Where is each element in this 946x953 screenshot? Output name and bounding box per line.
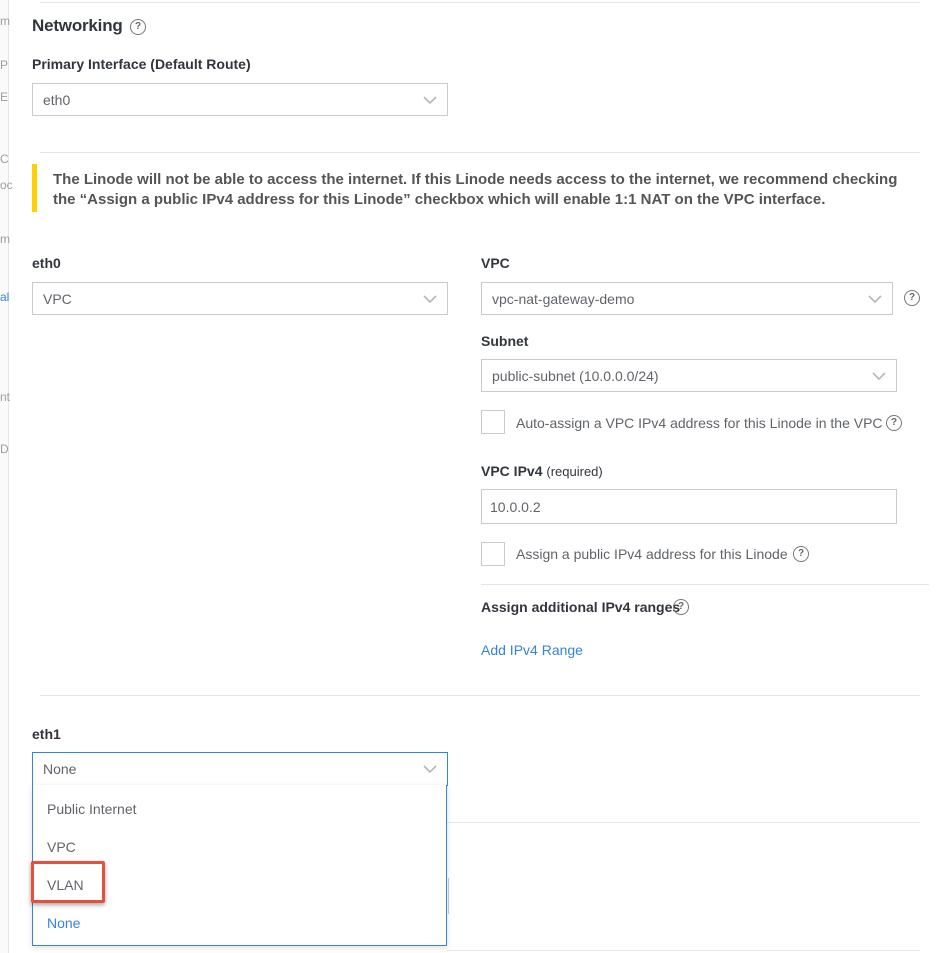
nat-warning-notice: The Linode will not be able to access th… — [32, 164, 920, 212]
option-vpc[interactable]: VPC — [47, 839, 76, 855]
vpc-label: VPC — [481, 255, 510, 271]
edge-fragment: C — [0, 152, 9, 166]
vpc-select[interactable]: vpc-nat-gateway-demo — [481, 282, 893, 315]
eth0-purpose-value: VPC — [43, 290, 72, 307]
edge-fragment: P — [0, 58, 9, 72]
primary-interface-label: Primary Interface (Default Route) — [32, 56, 251, 72]
auto-assign-ipv4-checkbox[interactable] — [481, 410, 505, 434]
chevron-down-icon — [423, 765, 437, 773]
vlan-highlight-box — [31, 861, 105, 903]
primary-interface-select[interactable]: eth0 — [32, 83, 448, 116]
edge-fragment: oc — [0, 178, 13, 192]
divider — [447, 950, 920, 951]
eth1-purpose-select[interactable]: None — [32, 752, 448, 786]
eth1-purpose-value: None — [43, 761, 77, 777]
ipv4-ranges-label: Assign additional IPv4 ranges — [481, 599, 681, 615]
notice-line-2: the “Assign a public IPv4 address for th… — [53, 191, 826, 208]
edge-fragment: m — [0, 14, 10, 28]
add-ipv4-range-link[interactable]: Add IPv4 Range — [481, 642, 583, 658]
help-icon[interactable]: ? — [904, 290, 920, 306]
option-public-internet[interactable]: Public Internet — [47, 801, 137, 817]
required-marker: (required) — [546, 464, 603, 479]
help-icon[interactable]: ? — [673, 599, 689, 615]
edge-fragment: nt — [0, 390, 11, 404]
eth0-purpose-select[interactable]: VPC — [32, 282, 448, 315]
vpc-value: vpc-nat-gateway-demo — [492, 290, 635, 307]
subnet-select[interactable]: public-subnet (10.0.0.0/24) — [481, 359, 897, 392]
eth0-label: eth0 — [32, 255, 61, 271]
vpc-ipv4-label: VPC IPv4 (required) — [481, 463, 603, 479]
edge-fragment: m — [0, 232, 10, 246]
divider — [40, 695, 920, 696]
vpc-ipv4-input[interactable]: 10.0.0.2 — [481, 489, 897, 524]
primary-interface-value: eth0 — [43, 91, 71, 108]
chevron-down-icon — [868, 294, 882, 303]
divider — [40, 152, 920, 153]
divider — [447, 822, 920, 823]
assign-public-ipv4-label: Assign a public IPv4 address for this Li… — [516, 546, 788, 562]
eth1-label: eth1 — [32, 726, 61, 742]
divider — [40, 2, 920, 3]
divider — [481, 584, 929, 585]
notice-line-1: The Linode will not be able to access th… — [53, 171, 898, 188]
vpc-ipv4-value: 10.0.0.2 — [490, 498, 541, 515]
edge-fragment: E — [0, 90, 9, 104]
edge-fragment: D — [0, 442, 9, 456]
chevron-down-icon — [872, 371, 886, 380]
edge-fragment: al — [0, 290, 10, 304]
help-icon[interactable]: ? — [130, 19, 146, 35]
auto-assign-ipv4-label: Auto-assign a VPC IPv4 address for this … — [516, 415, 883, 431]
help-icon[interactable]: ? — [886, 415, 902, 431]
subnet-value: public-subnet (10.0.0.0/24) — [492, 367, 659, 384]
subnet-label: Subnet — [481, 333, 529, 349]
assign-public-ipv4-checkbox[interactable] — [481, 542, 505, 566]
networking-title: Networking — [32, 16, 123, 35]
vpc-ipv4-label-text: VPC IPv4 — [481, 463, 543, 479]
chevron-down-icon — [423, 294, 437, 303]
background-panel-edge — [0, 0, 9, 953]
help-icon[interactable]: ? — [793, 546, 809, 562]
option-none[interactable]: None — [47, 915, 80, 931]
chevron-down-icon — [423, 95, 437, 104]
